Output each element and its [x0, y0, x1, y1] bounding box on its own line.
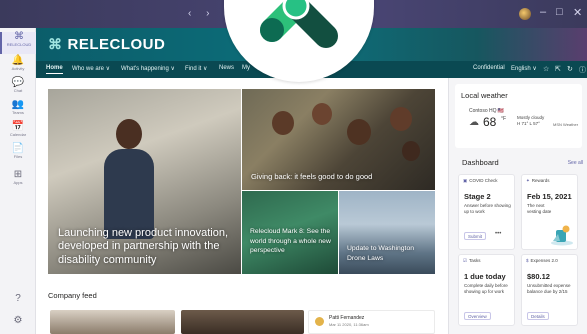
- overview-button[interactable]: Overview: [464, 312, 491, 320]
- clipboard-icon: ▣: [463, 178, 468, 183]
- feed-date: Mar 11 2020, 11:36am: [329, 322, 369, 327]
- nav-home[interactable]: Home: [46, 65, 63, 74]
- nav-my[interactable]: My: [242, 65, 250, 71]
- receipt-icon: $: [526, 258, 529, 263]
- rail-item-apps[interactable]: ⊞ Apps: [0, 170, 36, 192]
- nav-news[interactable]: News: [219, 65, 234, 71]
- right-panel: Local weather Contoso HQ 🇺🇸 ☁ 68 °F Most…: [448, 78, 587, 334]
- card-expenses[interactable]: $ Expenses 2.0 $80.12 Unsubmitted expense…: [521, 254, 578, 326]
- share-icon[interactable]: ⇱: [555, 65, 561, 73]
- minimize-button[interactable]: –: [540, 6, 546, 18]
- chat-icon: 💬: [11, 77, 25, 88]
- history-nav[interactable]: ‹ ›: [188, 8, 215, 19]
- weather-temp: 68: [483, 115, 497, 129]
- language-select[interactable]: English ∨: [511, 65, 537, 72]
- star-icon[interactable]: ☆: [543, 65, 549, 73]
- file-icon: 📄: [11, 143, 25, 154]
- feed-author: Patti Fernandez: [329, 315, 365, 321]
- calendar-icon: 📅: [11, 121, 25, 132]
- weather-unit: °F: [501, 116, 507, 122]
- rail-item-files[interactable]: 📄 Files: [0, 144, 36, 166]
- hero-drone-caption: Update to Washington Drone Laws: [347, 245, 415, 262]
- person-image: [104, 109, 154, 239]
- rail-item-teams[interactable]: 👥 Teams: [0, 100, 36, 122]
- help-button[interactable]: ?: [0, 294, 36, 316]
- close-button[interactable]: ✕: [573, 6, 582, 19]
- user-avatar[interactable]: [519, 8, 531, 20]
- feed-card[interactable]: [181, 310, 304, 334]
- weather-source: MSN Weather: [553, 122, 579, 127]
- hero-tile-mark8[interactable]: Relecloud Mark 8: See the world through …: [242, 191, 338, 274]
- see-all-link[interactable]: See all: [568, 160, 583, 166]
- rail-item-activity[interactable]: 🔔 Activity: [0, 56, 36, 78]
- refresh-icon[interactable]: ↻: [567, 65, 573, 73]
- card-rewards[interactable]: ✦ Rewards Feb 15, 2021 The next vesting d…: [521, 174, 578, 250]
- relecloud-logo-icon: ⌘: [48, 36, 63, 52]
- more-options-icon[interactable]: •••: [495, 231, 501, 237]
- weather-location: Contoso HQ 🇺🇸: [469, 108, 505, 114]
- company-feed-title: Company feed: [48, 291, 97, 300]
- submit-button[interactable]: Submit: [464, 232, 487, 240]
- maximize-button[interactable]: □: [556, 6, 563, 18]
- weather-title: Local weather: [461, 91, 508, 100]
- weather-condition: Mostly cloudy H 71° L 57°: [517, 115, 545, 126]
- rewards-illustration-icon: [551, 225, 573, 246]
- nav-who-we-are[interactable]: Who we are ∨: [72, 65, 110, 72]
- feed-card[interactable]: [50, 310, 175, 334]
- apps-icon: ⊞: [13, 169, 23, 180]
- gear-icon: ⚙: [13, 315, 23, 326]
- hero-kids-caption: Giving back: it feels good to do good: [251, 172, 373, 181]
- tasks-icon: ☑: [463, 258, 468, 263]
- nav-find-it[interactable]: Find it ∨: [185, 65, 207, 72]
- card-covid-check[interactable]: ▣ COVID Check Stage 2 Answer before showi…: [458, 174, 515, 250]
- site-logo[interactable]: ⌘ RELECLOUD: [48, 36, 165, 53]
- info-icon[interactable]: ⓘ: [579, 65, 586, 75]
- sensitivity-label: Confidential: [473, 65, 505, 71]
- hero-tile-kids[interactable]: Giving back: it feels good to do good: [242, 89, 435, 190]
- main-content: Launching new product innovation, develo…: [36, 78, 448, 334]
- app-rail: ⌘ RELECLOUD 🔔 Activity 💬 Chat 👥 Teams 📅 …: [0, 28, 36, 334]
- weather-card[interactable]: Local weather Contoso HQ 🇺🇸 ☁ 68 °F Most…: [455, 84, 582, 148]
- people-icon: 👥: [11, 99, 25, 110]
- relecloud-icon: ⌘: [14, 31, 24, 42]
- rail-item-chat[interactable]: 💬 Chat: [0, 78, 36, 100]
- dashboard-title: Dashboard: [462, 158, 499, 167]
- settings-button[interactable]: ⚙: [0, 316, 36, 334]
- bell-icon: 🔔: [11, 55, 25, 66]
- card-tasks[interactable]: ☑ Tasks 1 due today Complete daily before…: [458, 254, 515, 326]
- hero-tile-drone[interactable]: Update to Washington Drone Laws: [339, 191, 435, 274]
- feed-card[interactable]: Patti Fernandez Mar 11 2020, 11:36am: [308, 310, 435, 334]
- rail-item-calendar[interactable]: 📅 Calendar: [0, 122, 36, 144]
- help-icon: ?: [15, 293, 21, 304]
- rail-item-relecloud[interactable]: ⌘ RELECLOUD: [0, 32, 36, 54]
- gift-icon: ✦: [526, 178, 530, 183]
- hero-mark-caption: Relecloud Mark 8: See the world through …: [250, 228, 331, 254]
- details-button[interactable]: Details: [527, 312, 549, 320]
- hero-tile-main[interactable]: Launching new product innovation, develo…: [48, 89, 241, 274]
- cloud-icon: ☁: [469, 117, 479, 128]
- nav-whats-happening[interactable]: What's happening ∨: [121, 65, 175, 72]
- author-avatar: [315, 317, 324, 326]
- hero-main-caption: Launching new product innovation, develo…: [58, 226, 229, 266]
- hero-grid: Launching new product innovation, develo…: [48, 89, 435, 274]
